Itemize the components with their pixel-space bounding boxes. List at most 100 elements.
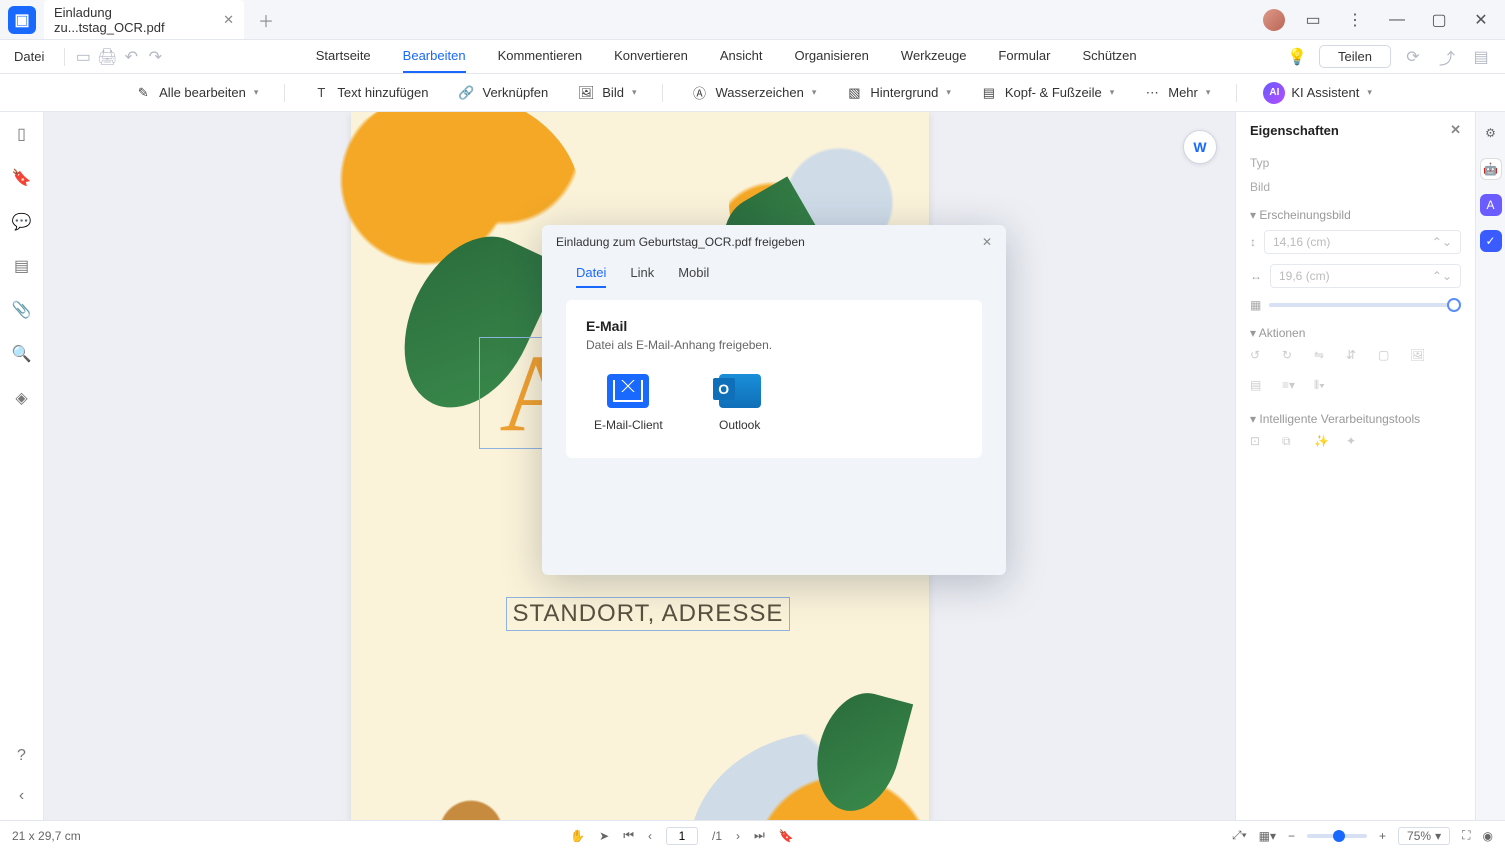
print-icon[interactable]: 🖨 xyxy=(95,45,119,69)
fields-icon[interactable]: ▤ xyxy=(10,254,34,278)
ocr-icon[interactable]: ⊡ xyxy=(1250,434,1270,454)
next-page-icon[interactable]: › xyxy=(736,829,740,843)
view-mode-icon[interactable]: ▦▾ xyxy=(1259,829,1276,843)
last-page-icon[interactable]: ⏭ xyxy=(754,828,765,843)
new-tab-button[interactable]: ＋ xyxy=(252,6,280,34)
ai-assistant-tool[interactable]: AIKI Assistent▾ xyxy=(1255,78,1379,108)
upload-icon[interactable]: ⤴ xyxy=(1435,45,1459,69)
slider-thumb[interactable] xyxy=(1447,298,1461,312)
replace-icon[interactable]: 🖼 xyxy=(1410,348,1430,368)
feedback-icon[interactable]: ▭ xyxy=(1299,6,1327,34)
collapse-left-icon[interactable]: ‹ xyxy=(10,784,34,808)
page-number-input[interactable] xyxy=(666,827,698,845)
help-icon[interactable]: ? xyxy=(10,744,34,768)
stepper-icon[interactable]: ⌃⌄ xyxy=(1432,235,1452,249)
tab-close-icon[interactable]: ✕ xyxy=(223,12,234,28)
document-tab[interactable]: Einladung zu...tstag_OCR.pdf ✕ xyxy=(44,0,244,39)
zoom-slider[interactable] xyxy=(1307,834,1367,838)
email-client-option[interactable]: E-Mail-Client xyxy=(594,374,663,432)
ai-rail-icon[interactable]: 🤖 xyxy=(1480,158,1502,180)
app-logo[interactable]: ▣ xyxy=(8,6,36,34)
settings-rail-icon[interactable]: ⚙ xyxy=(1480,122,1502,144)
extract-icon[interactable]: ⧉ xyxy=(1282,434,1302,454)
ai-tool-icon[interactable]: ✦ xyxy=(1346,434,1366,454)
panel-close-icon[interactable]: ✕ xyxy=(1450,122,1461,138)
fullscreen-icon[interactable]: ⛶ xyxy=(1462,828,1470,843)
prev-page-icon[interactable]: ‹ xyxy=(648,829,652,843)
menu-ansicht[interactable]: Ansicht xyxy=(720,40,763,73)
kebab-menu-icon[interactable]: ⋮ xyxy=(1341,6,1369,34)
rotate-left-icon[interactable]: ↺ xyxy=(1250,348,1270,368)
width-field[interactable]: 19,6 (cm)⌃⌄ xyxy=(1270,264,1461,288)
lightbulb-icon[interactable]: 💡 xyxy=(1285,45,1309,69)
link-tool[interactable]: 🔗Verknüpfen xyxy=(448,79,556,107)
search-icon[interactable]: 🔍 xyxy=(10,342,34,366)
open-icon[interactable]: ▭ xyxy=(71,45,95,69)
watermark-tool[interactable]: ⒶWasserzeichen▾ xyxy=(681,79,824,107)
a-rail-icon[interactable]: A xyxy=(1480,194,1502,216)
dialog-tab-datei[interactable]: Datei xyxy=(576,259,606,288)
word-export-badge[interactable]: W xyxy=(1183,130,1217,164)
dialog-tab-mobil[interactable]: Mobil xyxy=(678,259,709,288)
menu-werkzeuge[interactable]: Werkzeuge xyxy=(901,40,967,73)
menu-kommentieren[interactable]: Kommentieren xyxy=(498,40,583,73)
more-tool[interactable]: ⋯Mehr▾ xyxy=(1134,79,1218,107)
canvas[interactable]: A STANDORT, ADRESSE W Einladung zum Gebu… xyxy=(44,112,1235,820)
zoom-select[interactable]: 75%▾ xyxy=(1398,827,1450,845)
zoom-out-icon[interactable]: − xyxy=(1288,829,1295,843)
comments-icon[interactable]: 💬 xyxy=(10,210,34,234)
file-menu[interactable]: Datei xyxy=(0,49,58,64)
zoom-in-icon[interactable]: + xyxy=(1379,829,1386,843)
image-tool[interactable]: 🖼Bild▾ xyxy=(568,79,644,107)
align2-icon[interactable]: ≡▾ xyxy=(1282,378,1302,398)
close-window-icon[interactable]: ✕ xyxy=(1467,6,1495,34)
dialog-tab-link[interactable]: Link xyxy=(630,259,654,288)
list-icon[interactable]: ▤ xyxy=(1469,45,1493,69)
dialog-close-icon[interactable]: ✕ xyxy=(982,235,992,249)
rotate-right-icon[interactable]: ↻ xyxy=(1282,348,1302,368)
redo-icon[interactable]: ↷ xyxy=(143,45,167,69)
enhance-icon[interactable]: ✨ xyxy=(1314,434,1334,454)
outlook-option[interactable]: Outlook xyxy=(719,374,761,432)
undo-icon[interactable]: ↶ xyxy=(119,45,143,69)
appearance-section[interactable]: ▾ Erscheinungsbild xyxy=(1250,208,1461,222)
attachments-icon[interactable]: 📎 xyxy=(10,298,34,322)
zoom-thumb[interactable] xyxy=(1333,830,1345,842)
menu-startseite[interactable]: Startseite xyxy=(316,40,371,73)
flip-v-icon[interactable]: ⇵ xyxy=(1346,348,1366,368)
menu-schuetzen[interactable]: Schützen xyxy=(1082,40,1136,73)
bookmark-nav-icon[interactable]: 🔖 xyxy=(779,829,794,843)
actions-section[interactable]: ▾ Aktionen xyxy=(1250,326,1461,340)
hand-tool-icon[interactable]: ✋ xyxy=(570,829,585,843)
select-tool-icon[interactable]: ➤ xyxy=(599,829,609,843)
text-block-address[interactable]: STANDORT, ADRESSE xyxy=(506,597,791,631)
check-rail-icon[interactable]: ✓ xyxy=(1480,230,1502,252)
thumbnails-icon[interactable]: ▯ xyxy=(10,122,34,146)
menu-formular[interactable]: Formular xyxy=(998,40,1050,73)
read-mode-icon[interactable]: ◉ xyxy=(1483,829,1493,843)
align-icon[interactable]: ▤ xyxy=(1250,378,1270,398)
menu-organisieren[interactable]: Organisieren xyxy=(794,40,868,73)
fit-width-icon[interactable]: ⤢▾ xyxy=(1232,828,1247,843)
menu-bearbeiten[interactable]: Bearbeiten xyxy=(403,40,466,73)
first-page-icon[interactable]: ⏮ xyxy=(623,828,634,843)
background-tool[interactable]: ▧Hintergrund▾ xyxy=(836,79,958,107)
maximize-icon[interactable]: ▢ xyxy=(1425,6,1453,34)
menu-konvertieren[interactable]: Konvertieren xyxy=(614,40,688,73)
height-field[interactable]: 14,16 (cm)⌃⌄ xyxy=(1264,230,1461,254)
crop-icon[interactable]: ▢ xyxy=(1378,348,1398,368)
share-button[interactable]: Teilen xyxy=(1319,45,1391,68)
add-text-tool[interactable]: TText hinzufügen xyxy=(303,79,436,107)
tools-section[interactable]: ▾ Intelligente Verarbeitungstools xyxy=(1250,412,1461,426)
distribute-icon[interactable]: ⫴▾ xyxy=(1314,378,1334,398)
header-footer-tool[interactable]: ▤Kopf- & Fußzeile▾ xyxy=(971,79,1122,107)
minimize-icon[interactable]: — xyxy=(1383,6,1411,34)
flip-h-icon[interactable]: ⇋ xyxy=(1314,348,1334,368)
layers-icon[interactable]: ◈ xyxy=(10,386,34,410)
bookmarks-icon[interactable]: 🔖 xyxy=(10,166,34,190)
opacity-slider[interactable] xyxy=(1269,303,1461,307)
edit-all-tool[interactable]: ✎Alle bearbeiten▾ xyxy=(125,79,266,107)
cloud-sync-icon[interactable]: ⟳ xyxy=(1401,45,1425,69)
stepper-icon[interactable]: ⌃⌄ xyxy=(1432,269,1452,283)
user-avatar[interactable] xyxy=(1263,9,1285,31)
